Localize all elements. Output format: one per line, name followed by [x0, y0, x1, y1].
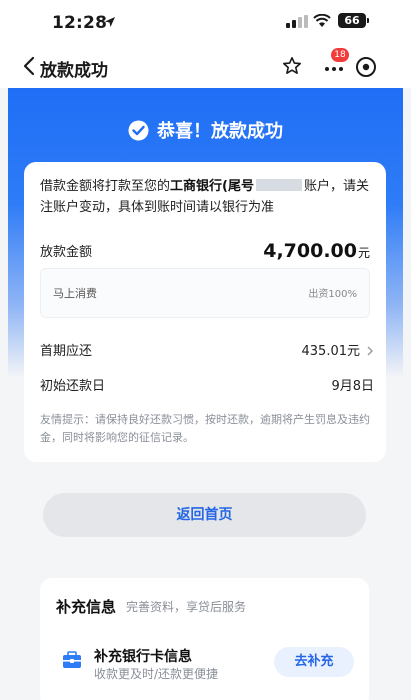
notice-prefix: 借款金额将打款至您的: [40, 179, 171, 194]
supplement-go-button[interactable]: 去补充: [274, 647, 354, 677]
loan-info-card: 借款金额将打款至您的工商银行(尾号 账户，请关注账户变动，具体到账时间请以银行为准…: [24, 162, 386, 462]
supplement-card: 补充信息 完善资料，享贷后服务 补充银行卡信息 收款更及时/还款更便捷 去补充: [40, 578, 369, 700]
loan-amount: 4,700.00元: [263, 240, 370, 262]
page-title: 放款成功: [40, 61, 108, 81]
return-home-button[interactable]: 返回首页: [43, 493, 366, 537]
first-repayment-value: 435.01元: [301, 344, 361, 359]
nav-bar: 放款成功: [0, 46, 411, 88]
supplement-item-title: 补充银行卡信息: [94, 649, 192, 665]
first-repayment-value-wrap: 435.01元: [302, 340, 375, 359]
star-icon[interactable]: [282, 56, 302, 76]
supplement-subtitle: 完善资料，享贷后服务: [126, 600, 247, 614]
account-notice: 借款金额将打款至您的工商银行(尾号 账户，请关注账户变动，具体到账时间请以银行为准: [40, 176, 374, 218]
success-title: 恭喜！放款成功: [0, 117, 411, 143]
status-bar: 12:28 66: [0, 0, 411, 46]
target-close-icon[interactable]: [355, 56, 377, 78]
bank-card-icon: [63, 651, 81, 668]
battery-icon: 66: [338, 13, 369, 28]
first-date-value: 9月8日: [331, 379, 374, 394]
wifi-icon: [313, 14, 331, 27]
amount-label: 放款金额: [40, 245, 93, 260]
success-title-text: 恭喜！放款成功: [157, 121, 283, 142]
check-circle-icon: [128, 120, 149, 141]
back-chevron-icon[interactable]: [20, 55, 40, 77]
location-arrow-icon: [105, 17, 115, 27]
first-repayment-label: 首期应还: [40, 344, 93, 359]
first-repayment-row[interactable]: 首期应还 435.01元: [40, 337, 374, 359]
bank-name: 工商银行(尾号: [170, 179, 254, 194]
status-time: 12:28: [52, 13, 108, 33]
supplement-title: 补充信息: [56, 598, 117, 616]
notification-badge: 18: [331, 48, 349, 62]
funder-share: 出资100%: [308, 289, 357, 300]
loan-amount-value: 4,700.00: [263, 240, 357, 262]
masked-account-number: [255, 179, 302, 191]
cellular-signal-icon: [286, 15, 308, 28]
first-date-row: 初始还款日 9月8日: [40, 372, 374, 394]
funder-box: 马上消费 出资100%: [40, 268, 370, 318]
chevron-right-icon: [367, 346, 373, 356]
loan-amount-unit: 元: [357, 246, 370, 260]
funder-name: 马上消费: [53, 287, 97, 300]
friendly-tips: 友情提示：请保持良好还款习惯，按时还款，逾期将产生罚息及违约金，同时将影响您的征…: [40, 413, 370, 444]
first-date-label: 初始还款日: [40, 379, 106, 394]
supplement-item-desc: 收款更及时/还款更便捷: [94, 667, 219, 681]
